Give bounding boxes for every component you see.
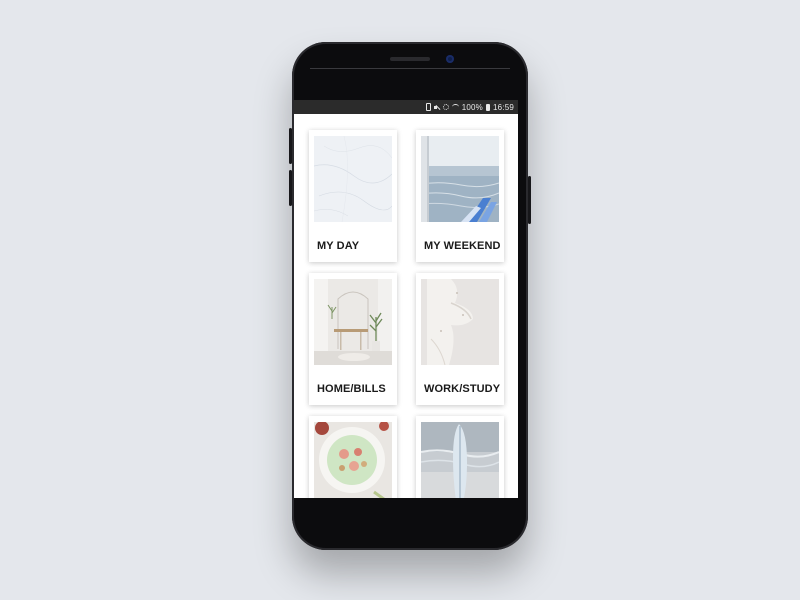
settings-icon xyxy=(442,104,449,110)
category-card-my-day[interactable]: MY DAY xyxy=(309,130,397,262)
front-camera xyxy=(446,55,454,63)
earpiece-speaker xyxy=(390,57,430,61)
fruit-bowl-image xyxy=(314,422,392,498)
category-card-home-bills[interactable]: HOME/BILLS xyxy=(309,273,397,405)
battery-saver-icon xyxy=(425,103,431,111)
category-card-surf[interactable] xyxy=(416,416,504,498)
card-label: MY DAY xyxy=(317,240,360,252)
phone-frame: 100% 16:59 MY DAY MY WEEKEND HOME/BILLS … xyxy=(292,42,528,550)
surfboard-image xyxy=(421,422,499,498)
sculpture-image xyxy=(421,279,499,365)
wifi-icon xyxy=(451,104,459,110)
card-label: MY WEEKEND xyxy=(424,240,501,252)
bezel-line xyxy=(310,68,510,69)
app-screen: 100% 16:59 MY DAY MY WEEKEND HOME/BILLS … xyxy=(294,100,518,498)
interior-image xyxy=(314,279,392,365)
card-label: HOME/BILLS xyxy=(317,383,386,395)
category-card-food[interactable] xyxy=(309,416,397,498)
mute-icon xyxy=(433,104,440,111)
mockup-scene: 100% 16:59 MY DAY MY WEEKEND HOME/BILLS … xyxy=(0,0,800,600)
category-grid: MY DAY MY WEEKEND HOME/BILLS WORK/STUDY xyxy=(294,114,518,498)
status-bar: 100% 16:59 xyxy=(294,100,518,114)
marble-image xyxy=(314,136,392,222)
battery-icon xyxy=(485,103,490,111)
clock: 16:59 xyxy=(492,102,514,112)
card-label: WORK/STUDY xyxy=(424,383,501,395)
power-button xyxy=(528,176,531,224)
sea-image xyxy=(421,136,499,222)
category-card-my-weekend[interactable]: MY WEEKEND xyxy=(416,130,504,262)
battery-percent: 100% xyxy=(461,102,483,112)
category-card-work-study[interactable]: WORK/STUDY xyxy=(416,273,504,405)
